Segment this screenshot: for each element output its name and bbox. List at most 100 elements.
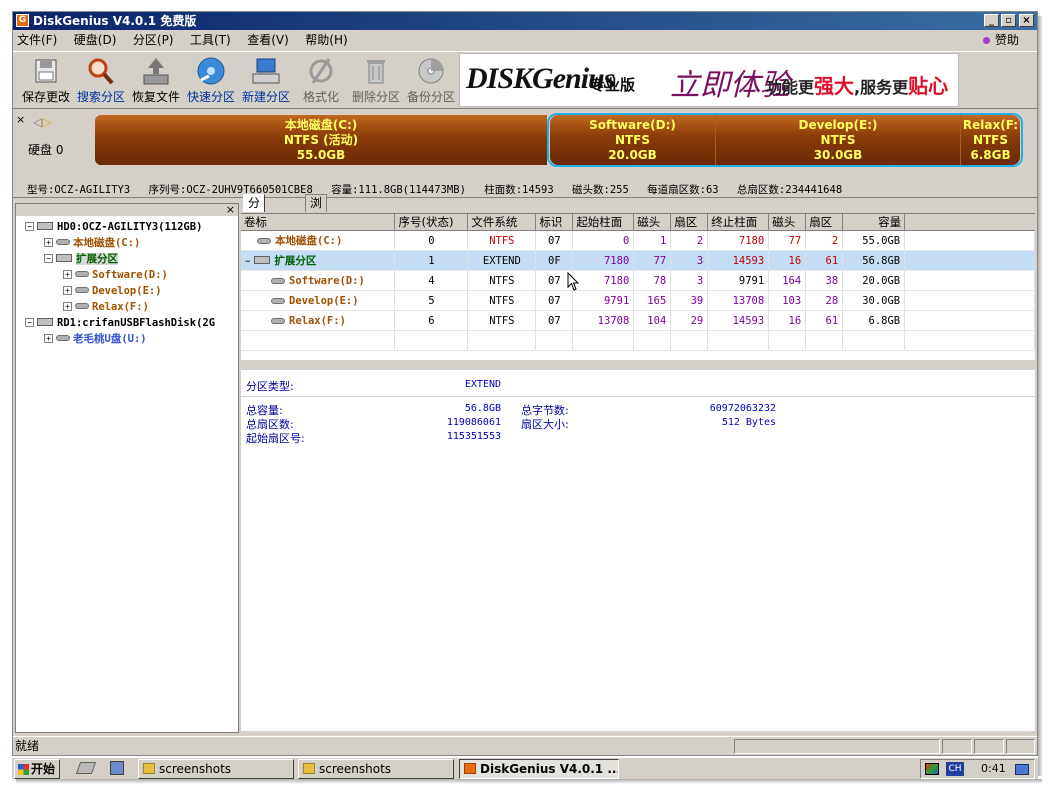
restore-icon — [140, 56, 172, 86]
backup-partition-button[interactable]: 备份分区 — [404, 54, 458, 106]
menu-file[interactable]: 文件(F) — [17, 33, 57, 47]
status-pane — [974, 739, 1004, 754]
status-bar: 就绪 — [13, 736, 1037, 755]
col-spacer — [904, 214, 1035, 231]
divider — [241, 396, 1035, 397]
col-end-sector[interactable]: 扇区 — [805, 214, 844, 231]
detail-sector-size-label: 扇区大小: — [521, 418, 569, 431]
tree-node-rd1[interactable]: − RD1:crifanUSBFlashDisk(2G — [25, 316, 215, 330]
detail-type-label: 分区类型: — [246, 380, 294, 393]
windows-flag-icon — [18, 764, 29, 775]
detail-start-sector-value: 115351553 — [446, 431, 501, 442]
status-pane — [734, 739, 940, 754]
sponsor-link[interactable]: 赞助 — [982, 31, 1019, 50]
disk-map-bar: × ◁▷ 硬盘 0 本地磁盘(C:) NTFS (活动) 55.0GB Softwa… — [13, 111, 1037, 181]
tab-browse-files[interactable]: 浏览文件 — [305, 194, 328, 258]
table-row[interactable]: Software(D:) 4 NTFS 07 7180 78 3 9791 16… — [241, 270, 1035, 291]
col-label[interactable]: 卷标 — [241, 214, 396, 231]
volume-icon — [75, 287, 89, 293]
menu-partition[interactable]: 分区(P) — [133, 33, 174, 47]
col-start-cyl[interactable]: 起始柱面 — [572, 214, 635, 231]
restore-files-button[interactable]: 恢复文件 — [129, 54, 183, 106]
task-screenshots-1[interactable]: screenshots — [138, 759, 294, 779]
menu-view[interactable]: 查看(V) — [247, 33, 289, 47]
disk-icon — [37, 222, 53, 230]
table-row[interactable]: 本地磁盘(C:) 0 NTFS 07 0 1 2 7180 77 2 55.0G… — [241, 230, 1035, 251]
col-filesystem[interactable]: 文件系统 — [467, 214, 537, 231]
disk-label: 硬盘 0 — [28, 143, 64, 157]
clock[interactable]: 0:41 — [981, 760, 1006, 778]
sponsor-icon — [982, 37, 990, 44]
col-capacity[interactable]: 容量 — [842, 214, 906, 231]
volume-icon — [271, 297, 285, 304]
search-partition-button[interactable]: 搜索分区 — [74, 54, 128, 106]
prev-disk-icon: ◁ — [33, 115, 43, 129]
col-id[interactable]: 标识 — [535, 214, 574, 231]
partition-block-e[interactable]: Develop(E:) NTFS 30.0GB — [715, 115, 960, 165]
disk-tree-panel: × − HD0:OCZ-AGILITY3(112GB) + 本地磁盘(C:) − 扩展… — [15, 203, 239, 733]
detail-total-bytes-value: 60972063232 — [709, 403, 776, 414]
status-text: 就绪 — [15, 739, 40, 753]
app-window: G DiskGenius V4.0.1 免费版 _ ▫ × 文件(F) 硬盘(D… — [12, 11, 1038, 756]
disk-bar-close-icon[interactable]: × — [16, 113, 25, 126]
tree-node-e[interactable]: + Develop(E:) — [63, 284, 162, 298]
volume-icon — [56, 335, 70, 341]
minimize-button[interactable]: _ — [984, 14, 999, 27]
save-changes-button[interactable]: 保存更改 — [19, 54, 73, 106]
quicklaunch-drive-icon[interactable] — [75, 762, 97, 774]
col-start-head[interactable]: 磁头 — [633, 214, 672, 231]
detail-type-value: EXTEND — [464, 379, 501, 390]
language-indicator[interactable]: CH — [946, 762, 964, 776]
desktop-icon[interactable] — [1015, 764, 1029, 775]
status-pane — [1006, 739, 1035, 754]
new-partition-button[interactable]: 新建分区 — [239, 54, 293, 106]
disk-nav-arrows[interactable]: ◁▷ — [33, 115, 51, 129]
table-row[interactable]: Relax(F:) 6 NTFS 07 13708 104 29 14593 1… — [241, 310, 1035, 331]
menu-disk[interactable]: 硬盘(D) — [74, 33, 117, 47]
partition-block-f[interactable]: Relax(F: NTFS 6.8GB — [960, 115, 1020, 165]
table-row[interactable]: − 扩展分区 1 EXTEND 0F 7180 77 3 14593 16 61 … — [241, 250, 1035, 271]
delete-partition-button[interactable]: 删除分区 — [349, 54, 403, 106]
status-pane — [942, 739, 972, 754]
search-icon — [85, 56, 117, 86]
window-title: DiskGenius V4.0.1 免费版 — [33, 14, 197, 28]
format-icon — [305, 56, 337, 86]
partition-block-d[interactable]: Software(D:) NTFS 20.0GB — [550, 115, 715, 165]
task-diskgenius[interactable]: DiskGenius V4.0.1 ... — [459, 759, 619, 779]
tab-partition-params[interactable]: 分区参数 — [243, 194, 266, 258]
tree-close-icon[interactable]: × — [226, 203, 235, 216]
maximize-button[interactable]: ▫ — [1001, 14, 1016, 27]
format-button[interactable]: 格式化 — [294, 54, 348, 106]
tree-node-d[interactable]: + Software(D:) — [63, 268, 168, 282]
folder-icon — [143, 763, 155, 774]
partition-map: 本地磁盘(C:) NTFS (活动) 55.0GB Software(D:) NTFS… — [95, 113, 1027, 167]
start-button[interactable]: 开始 — [14, 759, 60, 779]
volume-icon — [75, 303, 89, 309]
col-end-head[interactable]: 磁头 — [768, 214, 807, 231]
task-screenshots-2[interactable]: screenshots — [298, 759, 454, 779]
col-end-cyl[interactable]: 终止柱面 — [707, 214, 770, 231]
partition-block-c[interactable]: 本地磁盘(C:) NTFS (活动) 55.0GB — [95, 115, 547, 165]
tree-node-u[interactable]: + 老毛桃U盘(U:) — [44, 332, 147, 346]
tree-node-c[interactable]: + 本地磁盘(C:) — [44, 236, 140, 250]
tree-node-hd0[interactable]: − HD0:OCZ-AGILITY3(112GB) — [25, 220, 202, 234]
quicklaunch-printer-icon[interactable] — [110, 761, 124, 775]
volume-icon — [271, 277, 285, 284]
toolbar-label: 新建分区 — [241, 90, 290, 104]
col-index[interactable]: 序号(状态) — [394, 214, 469, 231]
detail-total-capacity-value: 56.8GB — [464, 403, 501, 414]
partition-table: 卷标 序号(状态) 文件系统 标识 起始柱面 磁头 扇区 终止柱面 磁头 扇区 … — [241, 213, 1035, 360]
quick-partition-button[interactable]: 快速分区 — [184, 54, 238, 106]
menu-tools[interactable]: 工具(T) — [190, 33, 231, 47]
toolbar-label: 删除分区 — [351, 90, 400, 104]
tray-monitor-icon[interactable] — [925, 763, 939, 775]
close-button[interactable]: × — [1019, 14, 1034, 27]
tree-node-f[interactable]: + Relax(F:) — [63, 300, 149, 314]
toolbar-label: 格式化 — [302, 90, 339, 104]
col-start-sector[interactable]: 扇区 — [670, 214, 709, 231]
window-shadow — [1038, 16, 1043, 776]
menu-help[interactable]: 帮助(H) — [305, 33, 347, 47]
table-row[interactable]: Develop(E:) 5 NTFS 07 9791 165 39 13708 … — [241, 290, 1035, 311]
promo-banner[interactable]: DISKGenius 专业版 立即体验 功能更强大,服务更贴心 — [459, 53, 959, 107]
tree-node-extended[interactable]: − 扩展分区 — [44, 252, 118, 266]
